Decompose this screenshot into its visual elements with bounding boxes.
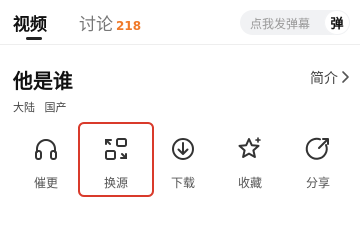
meta-region: 大陆 (13, 101, 35, 114)
active-tab-indicator (26, 37, 42, 40)
tab-bar: 视频 讨论 218 点我发弹幕 弹 (0, 0, 360, 44)
download-icon (172, 138, 194, 160)
share-label: 分享 (305, 176, 330, 190)
download-button[interactable]: 下载 (148, 122, 218, 198)
action-row: 催更 换源 下载 收藏 分享 (0, 122, 360, 198)
tab-discuss[interactable]: 讨论 (79, 10, 113, 35)
page-title: 他是谁 (13, 69, 73, 93)
headphones-icon (35, 139, 57, 160)
chevron-right-icon[interactable] (341, 70, 351, 84)
share-icon (305, 137, 329, 160)
share-button[interactable]: 分享 (283, 122, 353, 198)
meta-origin: 国产 (44, 101, 67, 114)
favorite-label: 收藏 (237, 176, 262, 190)
divider (0, 44, 360, 45)
star-icon (238, 137, 261, 158)
favorite-button[interactable]: 收藏 (215, 122, 285, 198)
urge-update-button[interactable]: 催更 (11, 122, 81, 198)
tab-video[interactable]: 视频 (13, 10, 47, 35)
danmaku-toggle-button[interactable]: 弹 (324, 10, 350, 35)
danmaku-placeholder: 点我发弹幕 (250, 17, 311, 31)
discuss-count-badge: 218 (116, 19, 142, 33)
video-detail-page: 视频 讨论 218 点我发弹幕 弹 他是谁 简介 大陆 国产 催更 换源 下载 … (0, 0, 360, 211)
download-label: 下载 (170, 176, 195, 190)
urge-update-label: 催更 (33, 176, 58, 190)
meta-tags: 大陆 国产 (13, 99, 73, 115)
switch-source-highlight (78, 122, 154, 197)
danmaku-input[interactable]: 点我发弹幕 弹 (240, 10, 350, 35)
intro-link[interactable]: 简介 (310, 68, 338, 88)
